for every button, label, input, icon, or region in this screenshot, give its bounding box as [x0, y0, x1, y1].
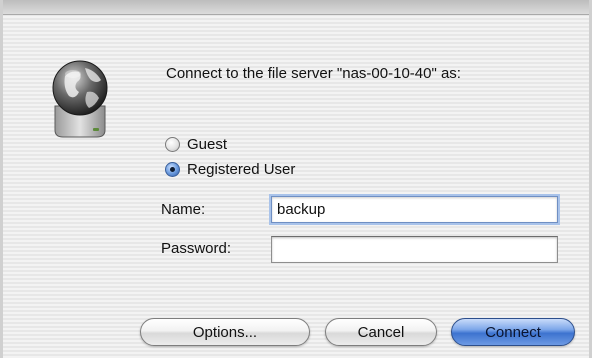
password-label: Password:: [161, 240, 232, 257]
connect-to-server-dialog: Connect to the file server "nas-00-10-40…: [0, 0, 592, 358]
name-field[interactable]: [271, 196, 558, 223]
guest-radio-label: Guest: [187, 136, 228, 153]
window-top-edge: [3, 0, 589, 15]
options-button[interactable]: Options...: [140, 318, 310, 346]
connect-button[interactable]: Connect: [451, 318, 575, 346]
registered-user-radio-label: Registered User: [187, 161, 296, 178]
registered-user-radio-button[interactable]: [165, 162, 180, 177]
password-field[interactable]: [271, 236, 558, 263]
name-label: Name:: [161, 201, 206, 218]
network-server-globe-icon: [52, 60, 108, 138]
connect-prompt: Connect to the file server "nas-00-10-40…: [166, 65, 461, 82]
registered-user-radio-option[interactable]: Registered User: [165, 161, 295, 178]
guest-radio-option[interactable]: Guest: [165, 136, 227, 153]
cancel-button[interactable]: Cancel: [325, 318, 437, 346]
guest-radio-button[interactable]: [165, 137, 180, 152]
